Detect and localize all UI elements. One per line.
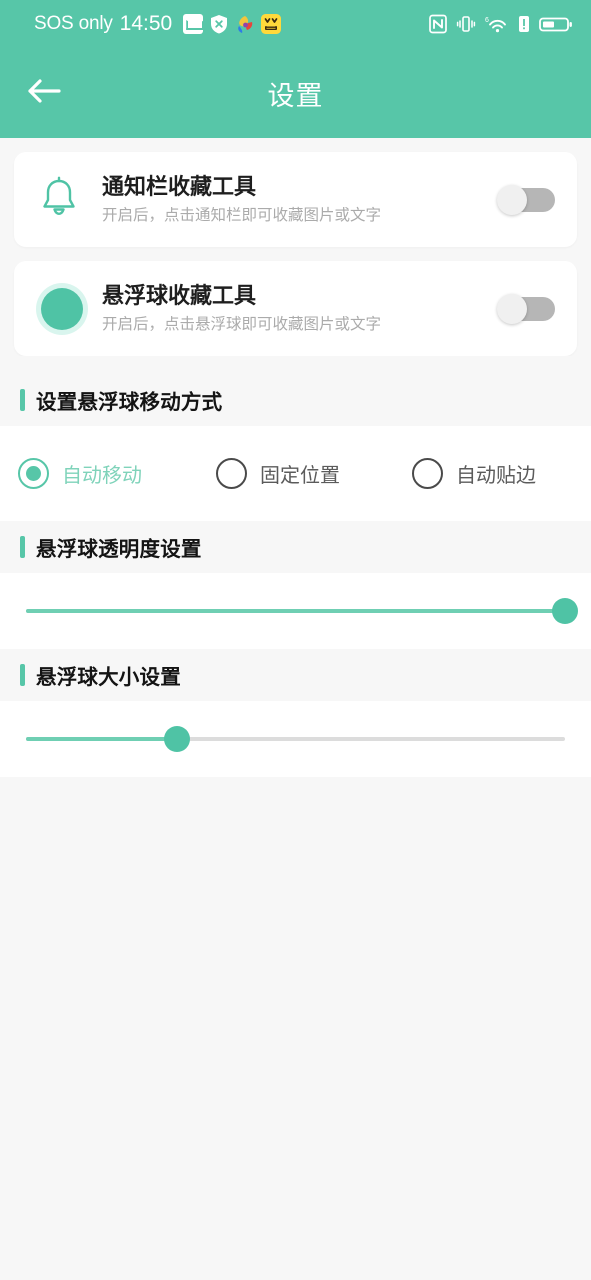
- mail-icon: [183, 14, 204, 34]
- settings-content: 通知栏收藏工具 开启后，点击通知栏即可收藏图片或文字 悬浮球收藏工具 开启后，点…: [0, 152, 591, 1247]
- floating-ball-icon: [41, 287, 83, 330]
- radio-label: 自动贴边: [456, 465, 536, 487]
- card-subtitle: 开启后，点击悬浮球即可收藏图片或文字: [102, 315, 382, 333]
- move-mode-panel: 自动移动 固定位置 自动贴边: [0, 426, 591, 521]
- transparency-slider-wrap: [0, 573, 591, 649]
- status-bar: SOS only 14:50 6: [0, 0, 591, 48]
- card-icon-slot: [38, 175, 96, 224]
- battery-icon: [539, 14, 573, 34]
- slider-fill: [26, 609, 565, 613]
- phone-screen: SOS only 14:50 6 设置 通知栏收藏工具 开启后，点击通知栏即可收…: [0, 0, 591, 1280]
- page-title: 设置: [267, 80, 324, 111]
- transparency-panel: [0, 573, 591, 649]
- radio-label: 固定位置: [260, 465, 340, 487]
- status-bar-left: SOS only 14:50: [34, 12, 429, 36]
- slider-fill: [26, 737, 177, 741]
- clock-label: 14:50: [119, 12, 173, 35]
- size-slider-wrap: [0, 701, 591, 777]
- setting-card-notification-tool[interactable]: 通知栏收藏工具 开启后，点击通知栏即可收藏图片或文字: [14, 152, 577, 247]
- radio-dot: [420, 466, 435, 481]
- wifi6-icon: 6: [485, 14, 509, 34]
- radio-circle-icon: [412, 458, 443, 489]
- slider-thumb[interactable]: [163, 726, 190, 752]
- card-subtitle: 开启后，点击通知栏即可收藏图片或文字: [102, 206, 382, 224]
- vibrate-icon: [456, 14, 476, 34]
- card-title: 通知栏收藏工具: [102, 174, 257, 200]
- back-arrow-icon: [25, 76, 63, 111]
- alert-icon: [518, 14, 530, 34]
- yy-app-icon: [261, 14, 282, 34]
- radio-auto-edge[interactable]: 自动贴边: [412, 458, 536, 489]
- shield-x-icon: [209, 14, 229, 34]
- section-accent-bar: [20, 389, 25, 411]
- radio-dot: [26, 466, 41, 481]
- radio-auto-move[interactable]: 自动移动: [18, 458, 216, 489]
- toggle-knob: [497, 293, 527, 324]
- section-title: 悬浮球透明度设置: [36, 538, 202, 561]
- section-title: 悬浮球大小设置: [36, 666, 181, 689]
- petal-logo-icon: [235, 14, 255, 34]
- radio-dot: [224, 466, 239, 481]
- card-text-block: 悬浮球收藏工具 开启后，点击悬浮球即可收藏图片或文字: [96, 282, 497, 335]
- back-button[interactable]: [12, 61, 76, 125]
- setting-card-floating-ball-tool[interactable]: 悬浮球收藏工具 开启后，点击悬浮球即可收藏图片或文字: [14, 261, 577, 356]
- status-app-icons: [183, 14, 282, 34]
- empty-area: [0, 777, 591, 1247]
- section-header-move-mode: 设置悬浮球移动方式: [0, 374, 591, 426]
- floating-ball-toggle[interactable]: [497, 293, 555, 324]
- nfc-icon: [429, 14, 447, 34]
- carrier-label: SOS only: [34, 13, 113, 34]
- toggle-knob: [497, 184, 527, 215]
- section-header-transparency: 悬浮球透明度设置: [0, 521, 591, 573]
- card-icon-slot: [38, 287, 96, 330]
- section-accent-bar: [20, 664, 25, 686]
- section-header-size: 悬浮球大小设置: [0, 649, 591, 701]
- radio-circle-icon: [18, 458, 49, 489]
- section-accent-bar: [20, 536, 25, 558]
- radio-circle-icon: [216, 458, 247, 489]
- section-title: 设置悬浮球移动方式: [36, 391, 223, 414]
- size-panel: [0, 701, 591, 777]
- slider-thumb[interactable]: [552, 598, 578, 624]
- radio-fixed-position[interactable]: 固定位置: [216, 458, 412, 489]
- size-slider[interactable]: [26, 726, 565, 752]
- move-mode-radio-group: 自动移动 固定位置 自动贴边: [0, 426, 591, 521]
- radio-label: 自动移动: [62, 465, 142, 487]
- spacer: [0, 356, 591, 374]
- card-title: 悬浮球收藏工具: [102, 283, 257, 309]
- status-bar-right: 6: [429, 14, 573, 34]
- svg-text:6: 6: [485, 17, 489, 24]
- notification-tool-toggle[interactable]: [497, 184, 555, 215]
- app-bar: 设置: [0, 48, 591, 138]
- transparency-slider[interactable]: [26, 598, 578, 624]
- card-text-block: 通知栏收藏工具 开启后，点击通知栏即可收藏图片或文字: [96, 173, 497, 226]
- bell-icon: [38, 175, 80, 224]
